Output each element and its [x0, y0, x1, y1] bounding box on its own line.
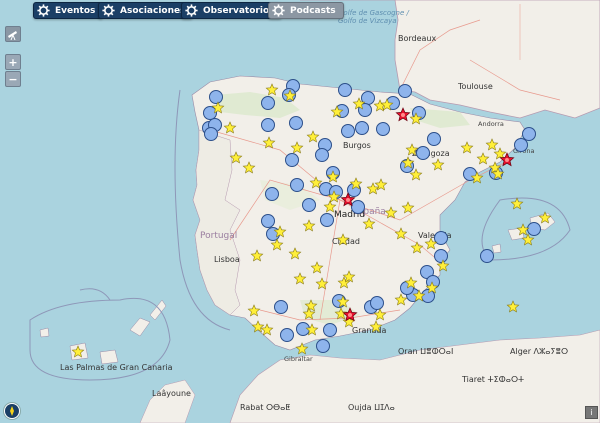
gear-icon	[272, 4, 285, 17]
association-marker[interactable]	[527, 222, 541, 236]
observatory-marker[interactable]	[485, 138, 499, 151]
telescope-icon	[8, 31, 17, 40]
association-marker[interactable]	[398, 84, 412, 98]
association-marker[interactable]	[427, 132, 441, 146]
observatory-marker[interactable]	[476, 152, 490, 165]
association-marker[interactable]	[323, 323, 337, 337]
site-logo[interactable]	[3, 402, 21, 420]
observatory-marker[interactable]	[410, 241, 424, 254]
association-marker[interactable]	[355, 121, 369, 135]
observatory-marker[interactable]	[247, 304, 261, 317]
observatory-marker[interactable]	[262, 136, 276, 149]
observatory-marker[interactable]	[405, 143, 419, 156]
association-marker[interactable]	[285, 153, 299, 167]
association-marker[interactable]	[522, 127, 536, 141]
association-marker[interactable]	[376, 122, 390, 136]
marker-layer	[71, 79, 552, 358]
gear-icon	[102, 4, 115, 17]
association-marker[interactable]	[261, 214, 275, 228]
event-marker[interactable]	[395, 107, 411, 122]
observatory-marker[interactable]	[310, 261, 324, 274]
observatory-marker[interactable]	[304, 299, 318, 312]
toggle-podcasts-button[interactable]: Podcasts	[268, 2, 344, 19]
map-canvas[interactable]: Golfe de Gascogne / Golfo de Vizcaya Bor…	[0, 0, 600, 423]
association-marker[interactable]	[265, 187, 279, 201]
gear-icon	[37, 4, 50, 17]
observatory-marker[interactable]	[288, 247, 302, 260]
observatory-marker[interactable]	[302, 219, 316, 232]
observatory-marker[interactable]	[460, 141, 474, 154]
association-marker[interactable]	[209, 90, 223, 104]
association-marker[interactable]	[316, 339, 330, 353]
gear-icon	[185, 4, 198, 17]
association-marker[interactable]	[421, 289, 435, 303]
observatory-marker[interactable]	[431, 158, 445, 171]
attribution-info-button[interactable]: i	[585, 406, 598, 419]
observatory-marker[interactable]	[306, 130, 320, 143]
observatory-marker[interactable]	[516, 223, 530, 236]
observatory-marker[interactable]	[369, 320, 383, 333]
observatory-marker[interactable]	[250, 249, 264, 262]
association-marker[interactable]	[289, 116, 303, 130]
toggle-asociaciones-button[interactable]: Asociaciones	[98, 2, 194, 19]
observatory-marker[interactable]	[242, 161, 256, 174]
association-marker[interactable]	[416, 146, 430, 160]
toggle-observatorios-label: Observatorios	[203, 5, 275, 16]
association-marker[interactable]	[315, 148, 329, 162]
observatory-marker[interactable]	[71, 345, 85, 358]
observatory-marker[interactable]	[538, 211, 552, 224]
zoom-in-button[interactable]: +	[5, 54, 21, 70]
association-marker[interactable]	[204, 127, 218, 141]
observatory-marker[interactable]	[394, 227, 408, 240]
association-marker[interactable]	[320, 213, 334, 227]
association-marker[interactable]	[280, 328, 294, 342]
observatory-marker[interactable]	[229, 151, 243, 164]
observatory-marker[interactable]	[315, 277, 329, 290]
toggle-asociaciones-label: Asociaciones	[120, 5, 186, 16]
association-marker[interactable]	[480, 249, 494, 263]
observatory-marker[interactable]	[290, 141, 304, 154]
observatory-marker[interactable]	[362, 217, 376, 230]
toggle-podcasts-label: Podcasts	[290, 5, 336, 16]
association-marker[interactable]	[338, 83, 352, 97]
observatory-marker[interactable]	[251, 320, 265, 333]
association-marker[interactable]	[274, 300, 288, 314]
observatory-marker[interactable]	[295, 342, 309, 355]
association-marker[interactable]	[261, 118, 275, 132]
association-marker[interactable]	[261, 96, 275, 110]
association-marker[interactable]	[434, 249, 448, 263]
observatory-marker[interactable]	[323, 200, 337, 213]
observatory-marker[interactable]	[506, 300, 520, 313]
association-marker[interactable]	[351, 200, 365, 214]
association-marker[interactable]	[302, 198, 316, 212]
observatory-marker[interactable]	[510, 197, 524, 210]
association-marker[interactable]	[370, 296, 384, 310]
observatory-marker[interactable]	[223, 121, 237, 134]
zoom-out-button[interactable]: −	[5, 71, 21, 87]
association-marker[interactable]	[341, 124, 355, 138]
observatory-marker[interactable]	[394, 293, 408, 306]
observatory-marker[interactable]	[336, 233, 350, 246]
telescope-button[interactable]	[5, 26, 21, 42]
logo-icon	[5, 404, 19, 418]
observatory-marker[interactable]	[293, 272, 307, 285]
association-marker[interactable]	[514, 138, 528, 152]
observatory-marker[interactable]	[384, 206, 398, 219]
toggle-eventos-button[interactable]: Eventos	[33, 2, 104, 19]
observatory-marker[interactable]	[401, 201, 415, 214]
association-marker[interactable]	[290, 178, 304, 192]
observatory-marker[interactable]	[265, 83, 279, 96]
toggle-eventos-label: Eventos	[55, 5, 96, 16]
